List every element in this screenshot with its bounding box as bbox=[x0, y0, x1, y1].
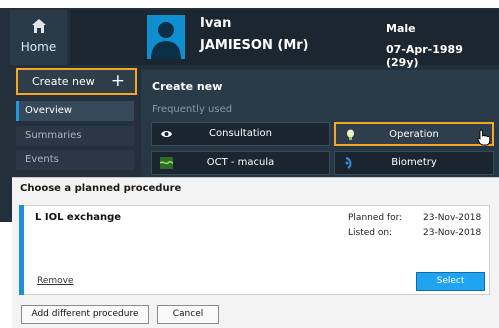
listed-on-label: Listed on: bbox=[348, 228, 393, 238]
frequently-used-label: Frequently used bbox=[152, 104, 233, 115]
tile-label: Operation bbox=[389, 129, 439, 140]
tile-operation[interactable]: Operation bbox=[334, 122, 494, 146]
home-label: Home bbox=[20, 40, 57, 54]
select-button[interactable]: Select bbox=[416, 272, 485, 291]
patient-avatar-icon bbox=[147, 15, 185, 59]
procedure-name: L IOL exchange bbox=[35, 212, 122, 223]
sidebar-item-events[interactable]: Events bbox=[16, 150, 134, 170]
add-different-procedure-button[interactable]: Add different procedure bbox=[21, 305, 149, 324]
patient-last-name: JAMIESON (Mr) bbox=[200, 38, 309, 53]
patient-first-name: Ivan bbox=[200, 16, 232, 31]
dialog-title: Choose a planned procedure bbox=[20, 183, 182, 194]
tile-oct-macula[interactable]: OCT - macula bbox=[151, 151, 330, 175]
tile-biometry[interactable]: Biometry bbox=[334, 151, 494, 175]
patient-dob: 07-Apr-1989 (29y) bbox=[386, 43, 463, 69]
patient-gender: Male bbox=[386, 22, 416, 35]
tile-label: OCT - macula bbox=[206, 157, 275, 168]
planned-for-label: Planned for: bbox=[348, 213, 403, 223]
procedure-card-accent bbox=[19, 205, 24, 295]
hand-cursor-icon bbox=[477, 129, 491, 146]
sidebar-item-summaries[interactable]: Summaries bbox=[16, 126, 134, 146]
create-new-button[interactable]: Create new + bbox=[16, 68, 137, 95]
tile-consultation[interactable]: Consultation bbox=[151, 122, 330, 146]
home-icon bbox=[32, 19, 46, 33]
sidebar-item-overview[interactable]: Overview bbox=[16, 101, 134, 121]
tile-label: Biometry bbox=[391, 157, 437, 168]
plus-icon: + bbox=[110, 71, 125, 91]
create-new-label: Create new bbox=[32, 75, 95, 88]
planned-for-value: 23-Nov-2018 bbox=[423, 213, 482, 223]
tile-label: Consultation bbox=[209, 128, 272, 139]
panel-title: Create new bbox=[152, 80, 223, 93]
cancel-button[interactable]: Cancel bbox=[157, 305, 219, 324]
top-strip bbox=[0, 0, 499, 8]
home-button[interactable]: Home bbox=[10, 10, 67, 65]
remove-link[interactable]: Remove bbox=[37, 276, 74, 286]
listed-on-value: 23-Nov-2018 bbox=[423, 228, 482, 238]
